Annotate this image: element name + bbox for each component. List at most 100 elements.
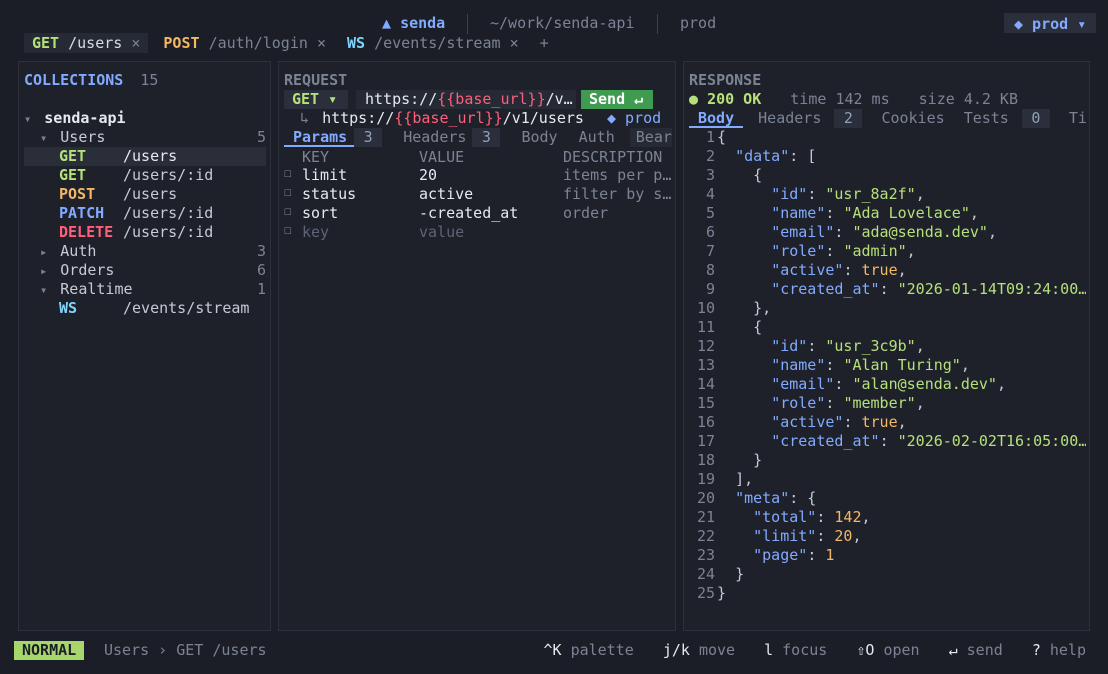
code-line: 13 "name": "Alan Turing", xyxy=(689,356,1086,375)
checkbox[interactable]: ☐ xyxy=(284,204,292,219)
tab-response-tests[interactable]: Tests xyxy=(964,109,1009,127)
json-key: "active" xyxy=(771,261,844,279)
tree-group-realtime[interactable]: ▾ Realtime 1 xyxy=(40,280,266,298)
json-punct: : xyxy=(825,356,844,374)
json-key: "total" xyxy=(753,508,817,526)
hint[interactable]: ? help xyxy=(1032,641,1086,659)
checkbox[interactable]: ☐ xyxy=(284,223,292,238)
tree-item[interactable]: PATCH/users/:id xyxy=(59,204,213,222)
json-punct xyxy=(717,394,771,412)
json-punct: : xyxy=(816,527,835,545)
json-punct xyxy=(717,508,753,526)
param-description[interactable]: filter by s… xyxy=(563,185,671,203)
close-icon[interactable]: × xyxy=(131,34,140,52)
json-string: "admin" xyxy=(843,242,907,260)
line-number: 20 xyxy=(696,489,715,507)
new-tab-button[interactable]: + xyxy=(534,34,555,52)
tree-group-orders[interactable]: ▸ Orders 6 xyxy=(40,261,266,279)
tab-response-body[interactable]: Body xyxy=(689,109,744,128)
param-value[interactable]: -created_at xyxy=(419,204,518,222)
hint[interactable]: ↵ send xyxy=(949,641,1003,659)
workspace-path: ~/work/senda-api xyxy=(490,14,635,32)
collections-header: COLLECTIONS 15 xyxy=(24,71,158,89)
param-key[interactable]: sort xyxy=(302,204,338,222)
json-literal: true xyxy=(861,261,898,279)
request-tab[interactable]: WS /events/stream × xyxy=(341,33,525,53)
close-icon[interactable]: × xyxy=(317,34,326,52)
json-punct: : { xyxy=(789,489,817,507)
param-key[interactable]: status xyxy=(302,185,356,203)
param-key[interactable]: key xyxy=(302,223,329,241)
code-line: 17 "created_at": "2026-02-02T16:05:00… xyxy=(689,432,1086,451)
tree-item[interactable]: POST/users xyxy=(59,185,177,203)
code-line: 11 { xyxy=(689,318,1086,337)
tab-auth[interactable]: Auth xyxy=(579,128,615,146)
param-key[interactable]: limit xyxy=(302,166,347,184)
env-switcher[interactable]: ◆ prod ▾ xyxy=(1004,13,1097,33)
tab-method: WS xyxy=(347,34,366,52)
tab-response-headers[interactable]: Headers xyxy=(758,109,821,127)
tree-item[interactable]: DELETE/users/:id xyxy=(59,223,213,241)
tree-group-users[interactable]: ▾ Users 5 xyxy=(40,128,266,146)
json-literal: true xyxy=(861,413,898,431)
code-line: 25} xyxy=(689,584,1086,603)
request-tab[interactable]: GET /users × xyxy=(24,33,149,53)
close-icon[interactable]: × xyxy=(510,34,519,52)
code-line: 10 }, xyxy=(689,299,1086,318)
hint[interactable]: ⇧O open xyxy=(856,641,919,659)
send-button[interactable]: Send ↵ xyxy=(581,90,653,109)
param-value[interactable]: value xyxy=(419,223,464,241)
tree-group-auth[interactable]: ▸ Auth 3 xyxy=(40,242,266,260)
json-punct xyxy=(717,527,753,545)
json-punct xyxy=(717,280,771,298)
json-key: "meta" xyxy=(735,489,790,507)
tab-response-timing[interactable]: Tim… xyxy=(1069,109,1086,127)
json-punct xyxy=(717,489,735,507)
title-divider xyxy=(467,14,468,34)
hint-label: open xyxy=(883,641,920,659)
hint[interactable]: j/k move xyxy=(663,641,735,659)
param-value[interactable]: 20 xyxy=(419,166,437,184)
json-punct xyxy=(717,337,771,355)
resolved-variable: {{base_url}} xyxy=(394,109,503,127)
tab-response-cookies[interactable]: Cookies xyxy=(881,109,944,127)
json-punct: , xyxy=(915,337,925,355)
method-select[interactable]: GET ▾ xyxy=(284,90,348,109)
param-description[interactable]: items per p… xyxy=(563,166,671,184)
tree-item[interactable]: WS/events/stream xyxy=(59,299,249,317)
code-line: 1{ xyxy=(689,128,1086,147)
tab-auth-type[interactable]: Bear… xyxy=(629,128,672,147)
code-line: 20 "meta": { xyxy=(689,489,1086,508)
json-punct xyxy=(717,413,771,431)
param-value[interactable]: active xyxy=(419,185,473,203)
line-number: 5 xyxy=(705,204,715,222)
tree-item[interactable]: GET/users xyxy=(59,147,177,165)
json-literal: 20 xyxy=(834,527,853,545)
url-prefix: https:// xyxy=(365,90,438,108)
hint-key: ⇧O xyxy=(856,641,875,659)
tab-params[interactable]: Params xyxy=(284,128,357,147)
tab-body[interactable]: Body xyxy=(521,128,557,146)
code-line: 18 } xyxy=(689,451,1086,470)
tab-headers[interactable]: Headers xyxy=(403,128,466,147)
url-input[interactable]: https://{{base_url}}/v… xyxy=(356,90,576,109)
hint[interactable]: l focus xyxy=(764,641,827,659)
tree-root[interactable]: ▾ senda-api xyxy=(24,109,126,127)
checkbox[interactable]: ☐ xyxy=(284,166,292,181)
hint-key: ↵ xyxy=(948,641,958,659)
code-line: 24 } xyxy=(689,565,1086,584)
checkbox[interactable]: ☐ xyxy=(284,185,292,200)
json-punct: , xyxy=(897,413,907,431)
tree-group-label: Orders xyxy=(60,261,115,279)
breadcrumb: Users › GET /users xyxy=(104,641,267,659)
tree-method: GET xyxy=(59,147,87,165)
tree-item[interactable]: GET/users/:id xyxy=(59,166,213,184)
json-punct: : xyxy=(825,242,844,260)
param-description[interactable]: order xyxy=(563,204,608,222)
hint[interactable]: ^K palette xyxy=(543,641,633,659)
response-body[interactable]: 1{2 "data": [3 {4 "id": "usr_8a2f", 5 "na… xyxy=(689,128,1086,608)
json-punct xyxy=(717,204,771,222)
tree-group-count: 1 xyxy=(256,280,266,298)
hint-label: palette xyxy=(570,641,634,659)
request-tab[interactable]: POST /auth/login × xyxy=(157,33,332,53)
